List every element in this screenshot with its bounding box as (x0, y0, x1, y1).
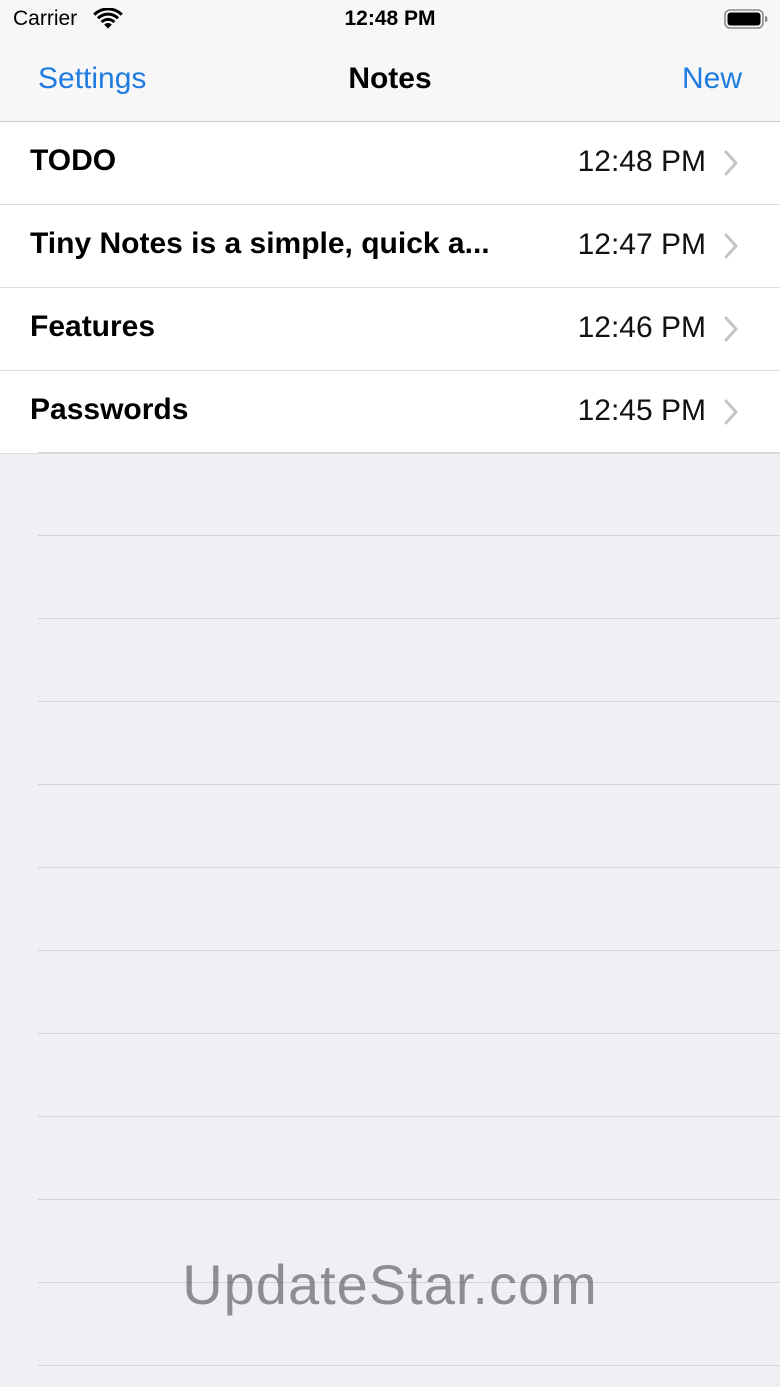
watermark: UpdateStar.com (182, 1253, 598, 1316)
row-separator (38, 1033, 780, 1034)
note-row[interactable]: Tiny Notes is a simple, quick a... 12:47… (0, 205, 780, 288)
row-separator (38, 1365, 780, 1366)
status-time: 12:48 PM (344, 7, 436, 30)
chevron-right-icon (724, 233, 738, 259)
note-title: Features (30, 310, 156, 343)
row-separator (38, 1116, 780, 1117)
row-separator (38, 452, 780, 453)
row-separator (38, 1199, 780, 1200)
note-time: 12:46 PM (577, 311, 706, 344)
note-row[interactable]: Features 12:46 PM (0, 288, 780, 371)
note-time: 12:47 PM (577, 228, 706, 261)
row-separator (38, 618, 780, 619)
note-time: 12:45 PM (577, 394, 706, 427)
empty-table-area (0, 452, 780, 1387)
page-title: Notes (348, 62, 432, 95)
new-note-button[interactable]: New (682, 62, 742, 96)
note-row[interactable]: Passwords 12:45 PM (0, 371, 780, 454)
row-separator (38, 784, 780, 785)
chevron-right-icon (724, 399, 738, 425)
row-separator (38, 867, 780, 868)
note-time: 12:48 PM (577, 145, 706, 178)
notes-list: TODO 12:48 PM Tiny Notes is a simple, qu… (0, 122, 780, 454)
note-title: Passwords (30, 393, 189, 426)
chevron-right-icon (724, 316, 738, 342)
note-title: TODO (30, 144, 117, 177)
battery-icon (724, 9, 768, 29)
row-separator (38, 950, 780, 951)
row-separator (38, 701, 780, 702)
note-row[interactable]: TODO 12:48 PM (0, 122, 780, 205)
chevron-right-icon (724, 150, 738, 176)
status-bar: Carrier 12:48 PM (0, 0, 780, 40)
note-title: Tiny Notes is a simple, quick a... (30, 227, 490, 260)
row-separator (38, 535, 780, 536)
navigation-bar: Settings Notes New (0, 40, 780, 122)
